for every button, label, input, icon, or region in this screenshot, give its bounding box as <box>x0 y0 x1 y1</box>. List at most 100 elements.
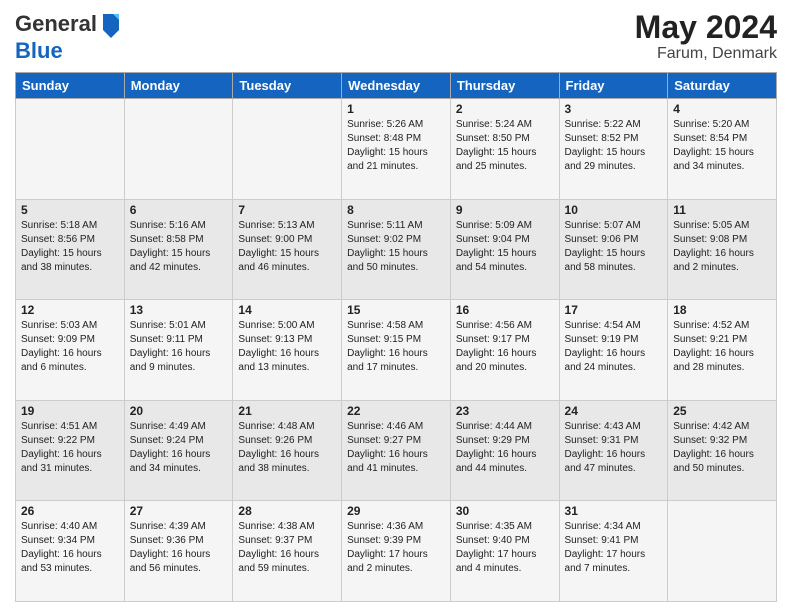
day-info: Sunrise: 5:13 AM Sunset: 9:00 PM Dayligh… <box>238 219 336 275</box>
day-info: Sunrise: 4:40 AM Sunset: 9:34 PM Dayligh… <box>21 520 119 576</box>
calendar-week-5: 26 Sunrise: 4:40 AM Sunset: 9:34 PM Dayli… <box>16 501 777 602</box>
col-tuesday: Tuesday <box>233 73 342 99</box>
day-info: Sunrise: 5:26 AM Sunset: 8:48 PM Dayligh… <box>347 118 445 174</box>
calendar-cell: 12 Sunrise: 5:03 AM Sunset: 9:09 PM Dayli… <box>16 300 125 401</box>
day-number: 27 <box>130 504 228 518</box>
logo-blue-text: Blue <box>15 38 63 63</box>
day-number: 31 <box>565 504 663 518</box>
calendar-cell: 19Sunrise: 4:51 AM Sunset: 9:22 PM Dayli… <box>16 400 125 501</box>
day-info: Sunrise: 5:20 AM Sunset: 8:54 PM Dayligh… <box>673 118 771 174</box>
calendar-cell: 7 Sunrise: 5:13 AM Sunset: 9:00 PM Daylig… <box>233 199 342 300</box>
calendar-cell: 27 Sunrise: 4:39 AM Sunset: 9:36 PM Dayli… <box>124 501 233 602</box>
day-number: 7 <box>238 203 336 217</box>
day-number: 9 <box>456 203 554 217</box>
day-number: 10 <box>565 203 663 217</box>
calendar-week-2: 5 Sunrise: 5:18 AM Sunset: 8:56 PM Daylig… <box>16 199 777 300</box>
day-info: Sunrise: 5:24 AM Sunset: 8:50 PM Dayligh… <box>456 118 554 174</box>
day-number: 17 <box>565 303 663 317</box>
day-info: Sunrise: 4:44 AM Sunset: 9:29 PM Dayligh… <box>456 420 554 476</box>
day-info: Sunrise: 5:01 AM Sunset: 9:11 PM Dayligh… <box>130 319 228 375</box>
calendar-week-4: 19Sunrise: 4:51 AM Sunset: 9:22 PM Dayli… <box>16 400 777 501</box>
day-info: Sunrise: 5:11 AM Sunset: 9:02 PM Dayligh… <box>347 219 445 275</box>
calendar-table: Sunday Monday Tuesday Wednesday Thursday… <box>15 72 777 602</box>
calendar-cell: 10 Sunrise: 5:07 AM Sunset: 9:06 PM Dayli… <box>559 199 668 300</box>
day-number: 21 <box>238 404 336 418</box>
day-info: Sunrise: 5:18 AM Sunset: 8:56 PM Dayligh… <box>21 219 119 275</box>
day-number: 18 <box>673 303 771 317</box>
calendar-cell <box>668 501 777 602</box>
day-info: Sunrise: 5:07 AM Sunset: 9:06 PM Dayligh… <box>565 219 663 275</box>
day-info: Sunrise: 4:36 AM Sunset: 9:39 PM Dayligh… <box>347 520 445 576</box>
logo: General Blue <box>15 10 127 64</box>
day-number: 30 <box>456 504 554 518</box>
calendar-week-1: 1 Sunrise: 5:26 AM Sunset: 8:48 PM Daylig… <box>16 99 777 200</box>
day-number: 5 <box>21 203 119 217</box>
calendar-cell: 14Sunrise: 5:00 AM Sunset: 9:13 PM Dayli… <box>233 300 342 401</box>
day-info: Sunrise: 4:46 AM Sunset: 9:27 PM Dayligh… <box>347 420 445 476</box>
calendar-week-3: 12 Sunrise: 5:03 AM Sunset: 9:09 PM Dayli… <box>16 300 777 401</box>
day-info: Sunrise: 4:35 AM Sunset: 9:40 PM Dayligh… <box>456 520 554 576</box>
day-number: 25 <box>673 404 771 418</box>
title-location: Farum, Denmark <box>635 45 777 63</box>
day-info: Sunrise: 4:42 AM Sunset: 9:32 PM Dayligh… <box>673 420 771 476</box>
day-number: 3 <box>565 102 663 116</box>
calendar-cell: 2 Sunrise: 5:24 AM Sunset: 8:50 PM Daylig… <box>450 99 559 200</box>
day-info: Sunrise: 4:48 AM Sunset: 9:26 PM Dayligh… <box>238 420 336 476</box>
day-number: 20 <box>130 404 228 418</box>
day-info: Sunrise: 4:43 AM Sunset: 9:31 PM Dayligh… <box>565 420 663 476</box>
day-number: 29 <box>347 504 445 518</box>
day-info: Sunrise: 4:39 AM Sunset: 9:36 PM Dayligh… <box>130 520 228 576</box>
col-friday: Friday <box>559 73 668 99</box>
title-month: May 2024 <box>635 10 777 45</box>
day-number: 1 <box>347 102 445 116</box>
calendar-cell: 11Sunrise: 5:05 AM Sunset: 9:08 PM Dayli… <box>668 199 777 300</box>
calendar-cell: 13 Sunrise: 5:01 AM Sunset: 9:11 PM Dayli… <box>124 300 233 401</box>
day-info: Sunrise: 4:34 AM Sunset: 9:41 PM Dayligh… <box>565 520 663 576</box>
day-number: 14 <box>238 303 336 317</box>
col-saturday: Saturday <box>668 73 777 99</box>
header-row: Sunday Monday Tuesday Wednesday Thursday… <box>16 73 777 99</box>
day-number: 24 <box>565 404 663 418</box>
calendar-cell: 16Sunrise: 4:56 AM Sunset: 9:17 PM Dayli… <box>450 300 559 401</box>
calendar-cell: 20Sunrise: 4:49 AM Sunset: 9:24 PM Dayli… <box>124 400 233 501</box>
day-number: 15 <box>347 303 445 317</box>
calendar-cell: 5 Sunrise: 5:18 AM Sunset: 8:56 PM Daylig… <box>16 199 125 300</box>
calendar-cell: 25 Sunrise: 4:42 AM Sunset: 9:32 PM Dayli… <box>668 400 777 501</box>
day-info: Sunrise: 4:58 AM Sunset: 9:15 PM Dayligh… <box>347 319 445 375</box>
day-info: Sunrise: 5:09 AM Sunset: 9:04 PM Dayligh… <box>456 219 554 275</box>
day-number: 13 <box>130 303 228 317</box>
day-number: 26 <box>21 504 119 518</box>
calendar-cell: 23Sunrise: 4:44 AM Sunset: 9:29 PM Dayli… <box>450 400 559 501</box>
calendar-cell: 1 Sunrise: 5:26 AM Sunset: 8:48 PM Daylig… <box>342 99 451 200</box>
calendar-cell: 9 Sunrise: 5:09 AM Sunset: 9:04 PM Daylig… <box>450 199 559 300</box>
logo-icon <box>99 10 123 38</box>
calendar-cell: 8 Sunrise: 5:11 AM Sunset: 9:02 PM Daylig… <box>342 199 451 300</box>
header: General Blue May 2024 Farum, Denmark <box>15 10 777 64</box>
calendar-cell: 3 Sunrise: 5:22 AM Sunset: 8:52 PM Daylig… <box>559 99 668 200</box>
day-info: Sunrise: 4:51 AM Sunset: 9:22 PM Dayligh… <box>21 420 119 476</box>
col-monday: Monday <box>124 73 233 99</box>
col-sunday: Sunday <box>16 73 125 99</box>
calendar-cell: 6Sunrise: 5:16 AM Sunset: 8:58 PM Daylig… <box>124 199 233 300</box>
day-info: Sunrise: 5:05 AM Sunset: 9:08 PM Dayligh… <box>673 219 771 275</box>
calendar-cell <box>16 99 125 200</box>
logo-general-text: General <box>15 11 97 37</box>
day-number: 6 <box>130 203 228 217</box>
calendar-cell: 30 Sunrise: 4:35 AM Sunset: 9:40 PM Dayli… <box>450 501 559 602</box>
title-block: May 2024 Farum, Denmark <box>635 10 777 63</box>
day-number: 22 <box>347 404 445 418</box>
day-number: 12 <box>21 303 119 317</box>
calendar-cell: 4 Sunrise: 5:20 AM Sunset: 8:54 PM Daylig… <box>668 99 777 200</box>
calendar-cell: 24 Sunrise: 4:43 AM Sunset: 9:31 PM Dayli… <box>559 400 668 501</box>
calendar-cell: 17Sunrise: 4:54 AM Sunset: 9:19 PM Dayli… <box>559 300 668 401</box>
day-info: Sunrise: 4:52 AM Sunset: 9:21 PM Dayligh… <box>673 319 771 375</box>
day-info: Sunrise: 4:56 AM Sunset: 9:17 PM Dayligh… <box>456 319 554 375</box>
calendar-cell: 21 Sunrise: 4:48 AM Sunset: 9:26 PM Dayli… <box>233 400 342 501</box>
day-number: 4 <box>673 102 771 116</box>
col-thursday: Thursday <box>450 73 559 99</box>
day-number: 2 <box>456 102 554 116</box>
day-info: Sunrise: 5:03 AM Sunset: 9:09 PM Dayligh… <box>21 319 119 375</box>
day-info: Sunrise: 5:22 AM Sunset: 8:52 PM Dayligh… <box>565 118 663 174</box>
day-number: 8 <box>347 203 445 217</box>
calendar-cell: 29 Sunrise: 4:36 AM Sunset: 9:39 PM Dayli… <box>342 501 451 602</box>
